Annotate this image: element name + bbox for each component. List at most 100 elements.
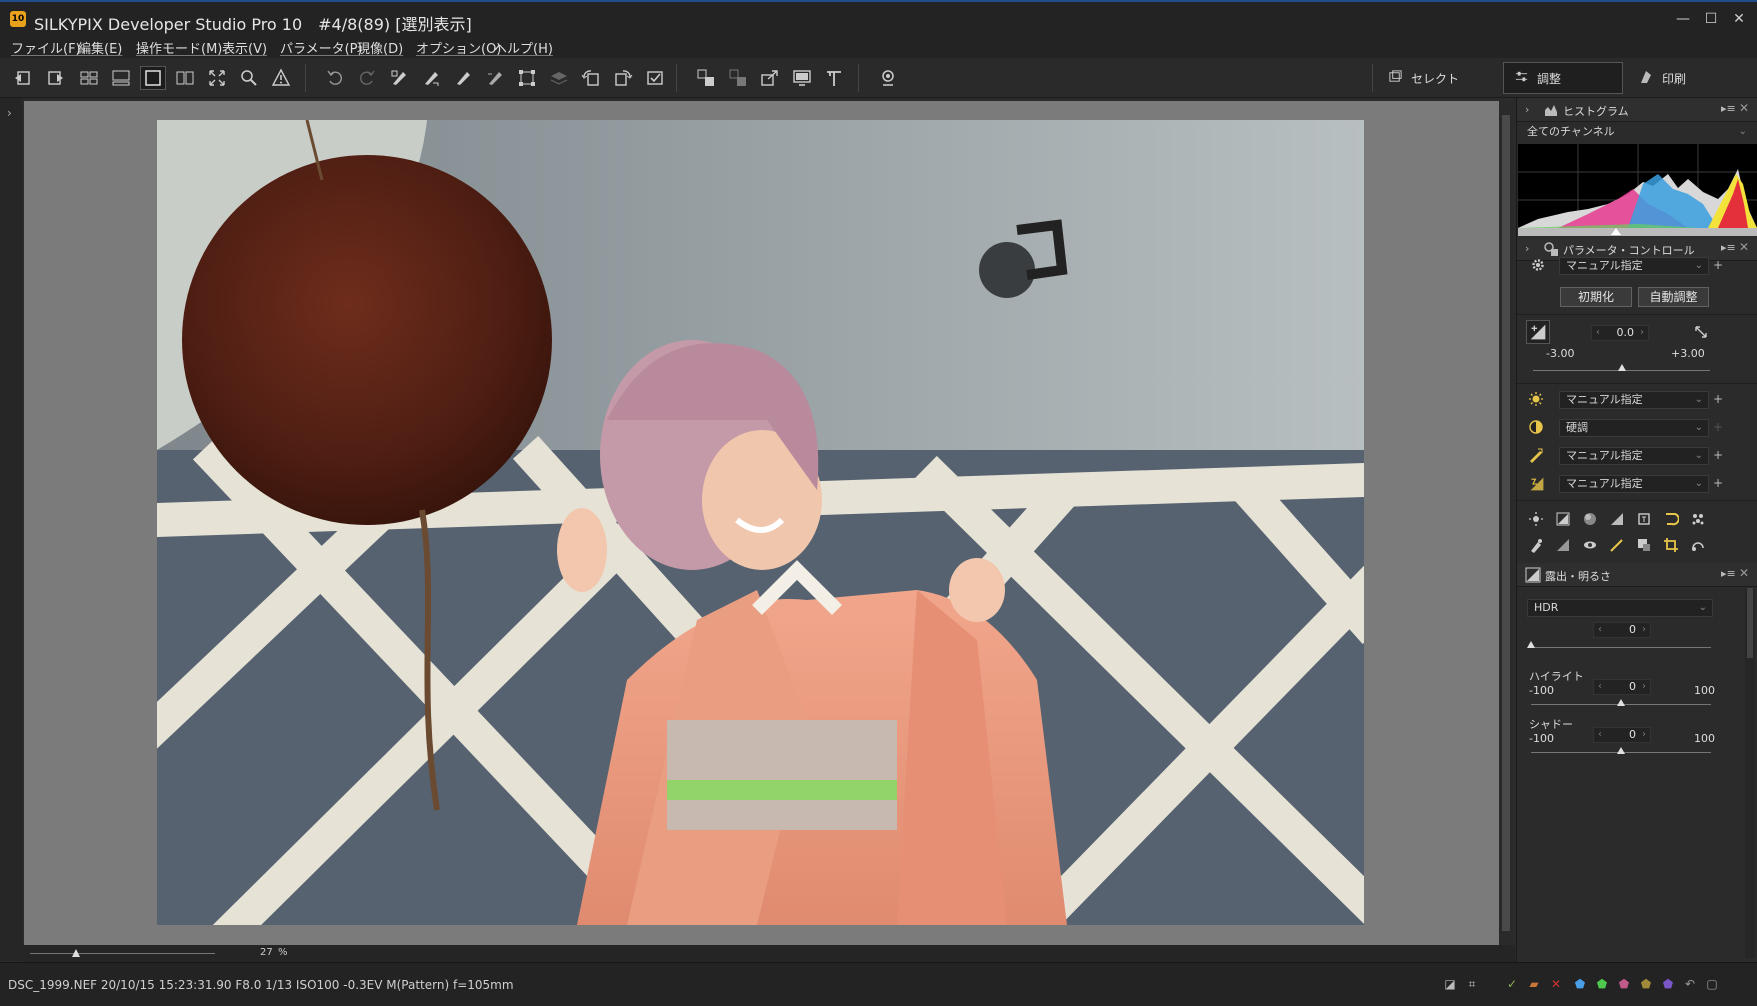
tag-green-icon[interactable]: ⬟ bbox=[1594, 976, 1610, 992]
panel-close-icon[interactable]: ✕ bbox=[1739, 566, 1749, 580]
tag-blue-icon[interactable]: ⬟ bbox=[1572, 976, 1588, 992]
tool-icon[interactable] bbox=[821, 66, 847, 90]
highlight-tool-icon[interactable] bbox=[1635, 510, 1653, 528]
brightness-tool-icon[interactable] bbox=[1527, 510, 1545, 528]
minimize-button[interactable]: — bbox=[1669, 8, 1697, 30]
highlight-value-field[interactable]: ‹ 0 › bbox=[1593, 679, 1651, 695]
vertical-scrollbar-thumb[interactable] bbox=[1502, 115, 1510, 931]
reject-mark-icon[interactable]: ✕ bbox=[1548, 976, 1564, 992]
decrement-icon[interactable]: ‹ bbox=[1596, 326, 1600, 340]
highlight-slider-handle[interactable] bbox=[1617, 699, 1625, 706]
add-sharpness-icon[interactable]: + bbox=[1713, 448, 1723, 462]
noise-tool-icon[interactable] bbox=[1689, 510, 1707, 528]
increment-icon[interactable]: › bbox=[1642, 680, 1646, 694]
menu-parameter[interactable]: パラメータ(P) bbox=[280, 38, 363, 57]
apply-parameter-icon[interactable] bbox=[450, 66, 476, 90]
hdr-slider-track[interactable] bbox=[1531, 647, 1711, 648]
loupe-icon[interactable] bbox=[875, 66, 901, 90]
rotate-left-icon[interactable] bbox=[578, 66, 604, 90]
transform-icon[interactable] bbox=[514, 66, 540, 90]
contrast-tool-icon[interactable] bbox=[1581, 510, 1599, 528]
layers-icon[interactable] bbox=[546, 66, 572, 90]
histogram-panel-header[interactable]: › ヒストグラム ▸≡ ✕ bbox=[1517, 98, 1757, 122]
collapse-icon[interactable]: › bbox=[1525, 103, 1529, 116]
healing-tool-icon[interactable] bbox=[1689, 536, 1707, 554]
menu-help[interactable]: ヘルプ(H) bbox=[494, 38, 553, 57]
mode-tab-adjust[interactable]: 調整 bbox=[1503, 62, 1623, 94]
undo-icon[interactable] bbox=[322, 66, 348, 90]
hdr-mode-select[interactable]: HDR ⌄ bbox=[1527, 599, 1713, 617]
panel-close-icon[interactable]: ✕ bbox=[1739, 101, 1749, 115]
add-tone-icon[interactable]: + bbox=[1713, 420, 1723, 434]
warning-icon[interactable] bbox=[268, 66, 294, 90]
shadow-value-field[interactable]: ‹ 0 › bbox=[1593, 727, 1651, 743]
maximize-button[interactable]: ☐ bbox=[1697, 8, 1725, 30]
panel-menu-icon[interactable]: ▸≡ bbox=[1721, 567, 1736, 580]
hdr-value-field[interactable]: ‹ 0 › bbox=[1593, 622, 1651, 638]
tone-select[interactable]: 硬調 ⌄ bbox=[1559, 419, 1709, 437]
exposure-bias-icon[interactable] bbox=[1526, 320, 1550, 344]
decrement-icon[interactable]: ‹ bbox=[1598, 623, 1602, 637]
color-icon[interactable] bbox=[1526, 473, 1548, 495]
sharpness-icon[interactable] bbox=[1527, 446, 1545, 464]
hdr-slider-handle[interactable] bbox=[1527, 641, 1535, 648]
exposure-panel-header[interactable]: 露出・明るさ ▸≡ ✕ bbox=[1517, 563, 1757, 587]
gear-icon[interactable] bbox=[1529, 256, 1547, 274]
redo-icon[interactable] bbox=[354, 66, 380, 90]
zoom-value[interactable]: 27 bbox=[260, 947, 273, 958]
tone-curve-tool-icon[interactable] bbox=[1662, 510, 1680, 528]
export-icon[interactable] bbox=[757, 66, 783, 90]
rotate-right-icon[interactable] bbox=[610, 66, 636, 90]
crop-status-icon[interactable]: ⌗ bbox=[1464, 976, 1480, 992]
reset-button[interactable]: 初期化 bbox=[1560, 287, 1632, 307]
add-color-icon[interactable]: + bbox=[1713, 476, 1723, 490]
monitor-icon[interactable] bbox=[789, 66, 815, 90]
panel-close-icon[interactable]: ✕ bbox=[1739, 240, 1749, 254]
preview-photo[interactable] bbox=[157, 120, 1364, 925]
white-balance-icon[interactable] bbox=[1527, 390, 1545, 408]
decrement-icon[interactable]: ‹ bbox=[1598, 728, 1602, 742]
panel-menu-icon[interactable]: ▸≡ bbox=[1721, 241, 1736, 254]
menu-file[interactable]: ファイル(F) bbox=[11, 38, 81, 57]
add-wb-icon[interactable]: + bbox=[1713, 392, 1723, 406]
tag-purple-icon[interactable]: ⬟ bbox=[1660, 976, 1676, 992]
zoom-slider-track[interactable] bbox=[30, 953, 215, 954]
panel-scrollbar[interactable] bbox=[1745, 588, 1755, 958]
taste-select[interactable]: マニュアル指定 ⌄ bbox=[1559, 257, 1709, 275]
collapse-icon[interactable]: › bbox=[1525, 242, 1529, 255]
mark-icon[interactable] bbox=[642, 66, 668, 90]
gradient-tool-icon[interactable] bbox=[1554, 536, 1572, 554]
copy-parameter-icon[interactable] bbox=[386, 66, 412, 90]
increment-icon[interactable]: › bbox=[1642, 728, 1646, 742]
exposure-tool-icon[interactable] bbox=[1554, 510, 1572, 528]
menu-view[interactable]: 表示(V) bbox=[222, 38, 267, 57]
lens-tool-icon[interactable] bbox=[1581, 536, 1599, 554]
filmstrip-view-icon[interactable] bbox=[108, 66, 134, 90]
crop-tool-icon[interactable] bbox=[1662, 536, 1680, 554]
exposure-slider-handle[interactable] bbox=[1617, 364, 1626, 371]
brush-tool-icon[interactable] bbox=[1608, 536, 1626, 554]
undo-status-icon[interactable]: ↶ bbox=[1682, 976, 1698, 992]
zoom-icon[interactable] bbox=[236, 66, 262, 90]
folder-icon[interactable]: ▰ bbox=[1526, 976, 1542, 992]
menu-edit[interactable]: 編集(E) bbox=[78, 38, 122, 57]
thumbnail-view-icon[interactable] bbox=[76, 66, 102, 90]
menu-option[interactable]: オプション(O) bbox=[416, 38, 501, 57]
tag-yellow-icon[interactable]: ⬟ bbox=[1638, 976, 1654, 992]
vertical-scrollbar[interactable] bbox=[1499, 101, 1513, 945]
increment-icon[interactable]: › bbox=[1640, 326, 1644, 340]
decrement-icon[interactable]: ‹ bbox=[1598, 680, 1602, 694]
compare-view-icon[interactable] bbox=[172, 66, 198, 90]
mode-tab-print[interactable]: 印刷 bbox=[1628, 62, 1748, 94]
panel-scrollbar-thumb[interactable] bbox=[1747, 588, 1753, 658]
paste-all-icon[interactable] bbox=[482, 66, 508, 90]
paste-parameter-icon[interactable] bbox=[418, 66, 444, 90]
close-button[interactable]: ✕ bbox=[1725, 8, 1753, 30]
white-balance-select[interactable]: マニュアル指定 ⌄ bbox=[1559, 391, 1709, 409]
single-view-icon[interactable] bbox=[140, 66, 166, 90]
image-viewer[interactable] bbox=[24, 101, 1499, 945]
partial-correction-icon[interactable] bbox=[1635, 536, 1653, 554]
sharpness-select[interactable]: マニュアル指定 ⌄ bbox=[1559, 447, 1709, 465]
tone-icon[interactable] bbox=[1527, 418, 1545, 436]
check-mark-icon[interactable]: ✓ bbox=[1504, 976, 1520, 992]
